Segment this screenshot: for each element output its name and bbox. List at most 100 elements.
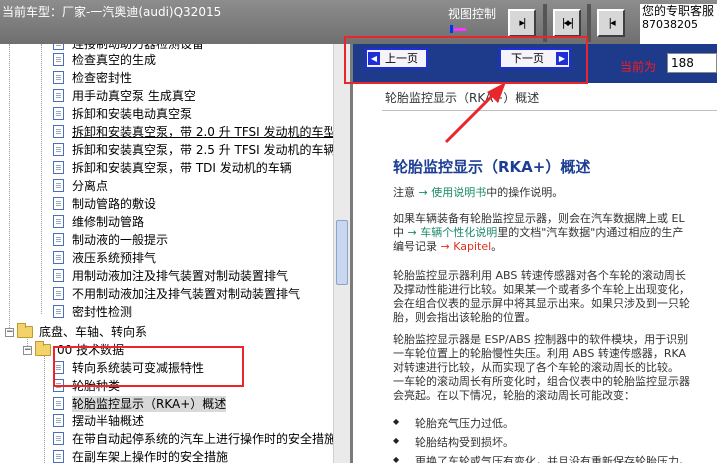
tree-item-label: 轮胎监控显示（RKA+）概述	[72, 396, 227, 412]
annotation-arrow-icon	[444, 82, 506, 144]
arrow-right-icon: ▸|	[519, 16, 526, 29]
service-phone: 87038205	[642, 18, 698, 31]
document-icon	[53, 107, 64, 120]
tree-item-label: 拆卸和安装真空泵，带 2.0 升 TFSI 发动机的车型	[72, 125, 333, 139]
tree-item-label: 检查密封性	[72, 71, 133, 85]
tree-item-label: 制动液的一般提示	[72, 233, 169, 247]
text-fragment: 里的文档"汽车数据"内通过相应的生产	[497, 226, 684, 239]
tree-line	[41, 44, 42, 314]
paragraph-line: 一车轮的滚动周长有所变化时，组合仪表中的轮胎监控显示器	[393, 375, 690, 388]
tree-item-label: 密封性检测	[72, 305, 133, 319]
tree-scrollbar[interactable]	[333, 44, 350, 463]
bullet-icon: ◆	[393, 417, 400, 426]
current-vehicle-title: 当前车型：厂家-一汽奥迪(audi)Q32015	[2, 5, 222, 19]
paragraph-line: 胎，则会指出该轮胎的位置。	[393, 311, 536, 324]
link-arrow-icon: →	[418, 186, 428, 199]
tree-item-label: 维修制动管路	[72, 215, 145, 229]
vehicle-personalization-link[interactable]: 车辆个性化说明	[420, 226, 497, 239]
tree-item-label: 连接制动助力器检测设备	[72, 44, 205, 51]
document-icon	[53, 125, 64, 138]
tree-item-label: 摆动半轴概述	[72, 414, 145, 428]
document-icon	[53, 432, 64, 445]
paragraph-line: 及撑动性能进行比较。如果某一个或者多个车轮上出现变化，	[393, 283, 690, 296]
tree-item-label: 分离点	[72, 179, 109, 193]
document-icon	[53, 44, 64, 50]
manual-link[interactable]: 使用说明书	[431, 186, 486, 199]
tree-item-label: 在带自动起停系统的汽车上进行操作时的安全措施	[72, 432, 333, 446]
header-divider	[382, 110, 717, 111]
document-icon	[53, 53, 64, 66]
collapse-toggle[interactable]: −	[5, 328, 14, 337]
bullet-text: 轮胎充气压力过低。	[415, 417, 514, 430]
text-fragment: 。	[491, 240, 503, 253]
customer-service-box: 您的专职客服 87038205	[640, 4, 717, 44]
bullet-icon: ◆	[393, 436, 400, 445]
document-icon	[53, 89, 64, 102]
split-arrows-icon: |◂▸|	[561, 16, 575, 29]
tree-folder-label: 底盘、车轴、转向系	[39, 325, 148, 339]
document-icon	[53, 179, 64, 192]
document-content: 轮胎监控显示（RKA+）概述 轮胎监控显示（RKA+）概述 注意 → 使用说明书…	[353, 83, 717, 463]
view-control-label: 视图控制	[448, 7, 497, 21]
document-icon	[53, 305, 64, 318]
tree-item-label: 拆卸和安装电动真空泵	[72, 107, 193, 121]
paragraph-line: 轮胎监控显示器是 ESP/ABS 控制器中的软件模块，用于识别	[393, 333, 689, 346]
paragraph-line: 如果车辆装备有轮胎监控显示器，则会在汽车数据牌上或 EL	[393, 212, 685, 225]
tree-item-label: 用手动真空泵 生成真空	[72, 89, 196, 103]
annotation-box-tree	[53, 346, 244, 387]
collapse-toggle[interactable]: −	[23, 346, 32, 355]
tree-item-label: 拆卸和安装真空泵，带 TDI 发动机的车辆	[72, 161, 292, 175]
arrow-left-icon: |◂	[608, 16, 615, 29]
document-icon	[53, 71, 64, 84]
current-page-input[interactable]	[667, 53, 717, 73]
tree-item-label: 检查真空的生成	[72, 53, 157, 67]
link-arrow-icon: →	[440, 240, 450, 253]
document-icon	[53, 251, 64, 264]
paragraph-line: 会亮起。在以下情况，轮胎的滚动周长可能改变：	[393, 389, 635, 402]
tree-scrollbar-thumb[interactable]	[336, 220, 348, 285]
link-arrow-icon: →	[407, 226, 417, 239]
document-tree: 连接制动助力器检测设备 检查真空的生成 检查密封性 用手动真空泵 生成真空 拆卸…	[0, 44, 333, 463]
bullet-text: 更换了车轮或气压有变化，并且没有重新保存轮胎压力。	[415, 455, 690, 463]
bullet-text: 轮胎结构受到损坏。	[415, 436, 514, 449]
tree-line	[44, 346, 45, 463]
bullet-icon: ◆	[393, 455, 400, 463]
paragraph-line: 编号记录 → Kapitel。	[393, 240, 502, 255]
kapitel-link[interactable]: Kapitel	[453, 240, 491, 253]
paragraph-line: 中 → 车辆个性化说明里的文档"汽车数据"内通过相应的生产	[393, 226, 683, 241]
tree-item-label: 不用制动液加注及排气装置对制动装置排气	[72, 287, 301, 301]
note-suffix: 中的操作说明。	[486, 186, 564, 199]
paragraph-line: 一车轮位置上的轮胎慢性失压。利用 ABS 转速传感器，RKA	[393, 347, 687, 360]
note-prefix: 注意	[393, 186, 415, 199]
tree-item-label: 在副车架上操作时的安全措施	[72, 450, 229, 463]
document-title: 轮胎监控显示（RKA+）概述	[393, 158, 591, 176]
document-icon	[53, 215, 64, 228]
document-icon	[53, 450, 64, 463]
service-label: 您的专职客服	[642, 4, 715, 18]
tree-item-label: 拆卸和安装真空泵，带 2.5 升 TFSI 发动机的车辆	[72, 143, 333, 157]
folder-icon	[35, 341, 51, 356]
document-icon	[53, 143, 64, 156]
current-page-label: 当前为	[620, 60, 657, 74]
tree-item-label: 液压系统预排气	[72, 251, 157, 265]
tree-item-label: 制动管路的敷设	[72, 197, 157, 211]
text-fragment: 中	[393, 226, 404, 239]
document-icon	[53, 233, 64, 246]
paragraph-line: 对转速进行比较，从而实现了各个车轮的滚动周长的比较。	[393, 361, 679, 374]
tree-item-label: 用制动液加注及排气装置对制动装置排气	[72, 269, 289, 283]
paragraph-line: 会在组合仪表的显示屏中将其显示出来。如果只涉及到一只轮	[393, 297, 690, 310]
folder-icon	[17, 323, 33, 338]
document-icon	[53, 197, 64, 210]
view-split-button[interactable]: |◂▸|	[553, 9, 581, 37]
document-icon	[53, 161, 64, 174]
view-expand-left-button[interactable]: |◂	[597, 9, 625, 37]
text-fragment: 编号记录	[393, 240, 437, 253]
document-icon	[53, 397, 64, 410]
view-expand-right-button[interactable]: ▸|	[508, 9, 536, 37]
document-icon	[53, 414, 64, 427]
document-icon	[53, 269, 64, 282]
paragraph-line: 轮胎监控显示器利用 ABS 转速传感器对各个车轮的滚动周长	[393, 269, 686, 282]
view-indicator-icon	[450, 25, 468, 33]
document-icon	[53, 287, 64, 300]
note-line: 注意 → 使用说明书中的操作说明。	[393, 186, 563, 201]
